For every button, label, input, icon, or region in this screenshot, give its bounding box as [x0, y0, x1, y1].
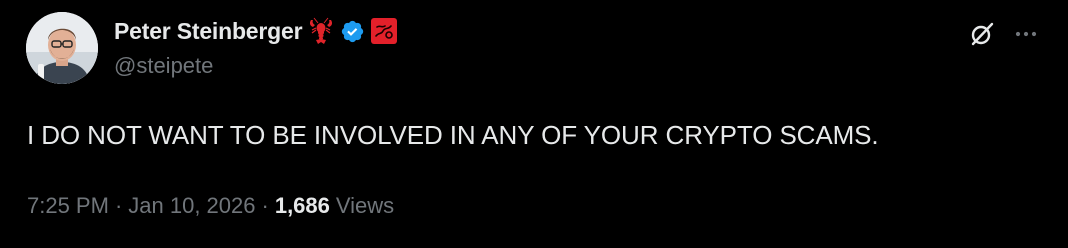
avatar-photo [26, 12, 98, 84]
lobster-icon [308, 17, 334, 45]
author-display-name[interactable]: Peter Steinberger [114, 18, 303, 45]
tweet-meta: 7:25 PM · Jan 10, 2026 · 1,686 Views [27, 190, 394, 222]
view-count: 1,686 [274, 193, 330, 218]
views-label: Views [335, 193, 395, 218]
affiliate-badge-icon[interactable] [371, 18, 398, 44]
tweet-card: Peter Steinberger @steipete I DO NOT WAN… [0, 0, 1068, 248]
grok-icon [971, 22, 994, 46]
meta-separator: · [114, 193, 123, 218]
more-icon [1015, 31, 1037, 37]
meta-separator: · [261, 193, 269, 218]
avatar[interactable] [26, 12, 98, 84]
verified-badge-icon[interactable] [340, 19, 365, 44]
tweet-timestamp[interactable]: 7:25 PM · Jan 10, 2026 [27, 193, 256, 219]
tweet-text: I DO NOT WANT TO BE INVOLVED IN ANY OF Y… [27, 120, 879, 150]
author-name-row: Peter Steinberger [114, 14, 398, 48]
grok-button[interactable] [964, 18, 1000, 50]
tweet-date: Jan 10, 2026 [128, 193, 256, 218]
tweet-time: 7:25 PM [27, 193, 109, 218]
author-handle[interactable]: @steipete [114, 53, 213, 79]
more-button[interactable] [1008, 18, 1044, 50]
